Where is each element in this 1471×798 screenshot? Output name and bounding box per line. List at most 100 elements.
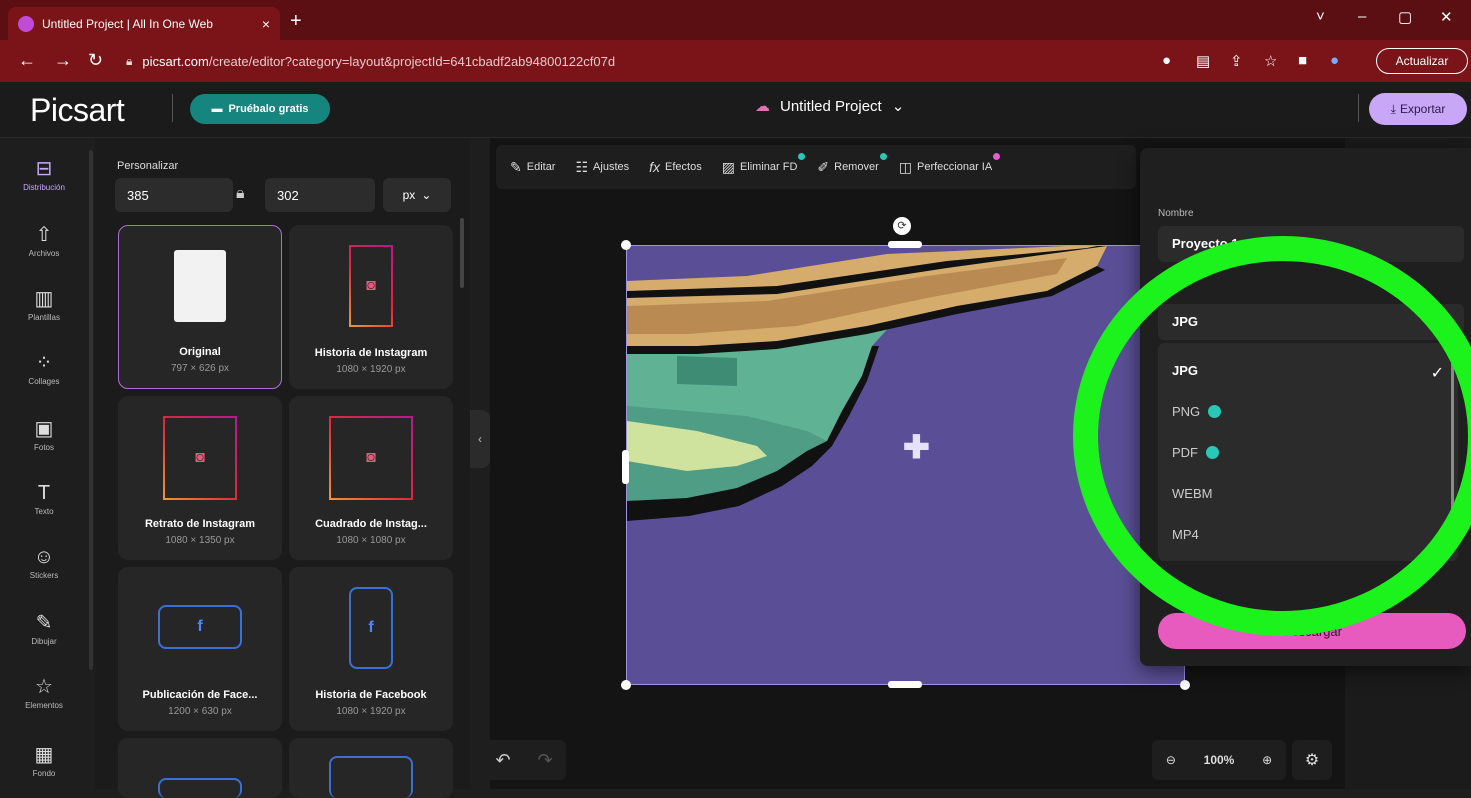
panel-scrollbar[interactable] [460,218,464,288]
translate-icon[interactable]: ▤ [1196,52,1210,70]
minimize-button[interactable]: – [1358,8,1366,25]
aspect-lock-icon[interactable]: 🔒︎ [236,185,245,203]
premium-badge-icon [798,152,806,160]
rail-item-stickers[interactable]: ☺ Stickers [0,546,88,580]
share-icon[interactable]: ⇪ [1230,52,1243,70]
card-size: 1080 × 1350 px [165,535,235,546]
collapse-panel-button[interactable]: ‹ [470,410,490,468]
crown-icon: ▬ [211,103,223,115]
templates-icon: ▥ [34,288,54,310]
update-button[interactable]: Actualizar [1376,48,1468,74]
layout-card-instagram-story[interactable]: ◙ Historia de Instagram 1080 × 1920 px [289,225,453,389]
toolbar-label: Editar [526,161,556,173]
project-title-dropdown[interactable]: ☁ Untitled Project ⌄ [755,97,904,116]
toolbar-perfeccionar-ia[interactable]: ◫ Perfeccionar IA [899,152,1001,176]
zoom-in-icon[interactable]: ⊕ [1262,753,1272,767]
rail-item-collages[interactable]: ⁘ Collages [0,350,88,386]
format-option-pdf[interactable]: PDF [1172,445,1219,460]
bookmark-star-icon[interactable]: ☆ [1264,52,1277,70]
redo-icon[interactable]: ↷ [537,750,552,771]
chevron-down-icon: ⌄ [421,188,432,202]
option-label: WEBM [1172,486,1213,501]
card-name: Cuadrado de Instag... [315,518,427,530]
toolbar-ajustes[interactable]: ☷ Ajustes [575,159,629,176]
project-name-input[interactable]: Proyecto 1 [1158,226,1464,262]
resize-handle-top[interactable] [888,241,922,248]
toolbar-eliminar-fd[interactable]: ▨ Eliminar FD [722,152,806,176]
format-option-jpg[interactable]: JPG [1172,363,1198,378]
layout-card-facebook-story[interactable]: f Historia de Facebook 1080 × 1920 px [289,567,453,731]
download-button[interactable]: Descargar [1158,613,1466,649]
rail-item-distribucion[interactable]: ⊟ Distribución [0,156,88,192]
height-input[interactable]: 302 [265,178,375,212]
resize-handle-bottom-left[interactable] [621,680,631,690]
layout-card-original[interactable]: Original 797 × 626 px [118,225,282,389]
back-arrow-icon[interactable]: ← [18,50,36,71]
rail-item-dibujar[interactable]: ✎ Dibujar [0,610,88,646]
option-label: JPG [1172,363,1199,378]
toolbar-efectos[interactable]: fx Efectos [649,159,702,175]
dropdown-scrollbar[interactable] [1451,353,1454,533]
layout-card-facebook-post[interactable]: f Publicación de Face... 1200 × 630 px [118,567,282,731]
add-content-plus-icon[interactable]: ✚ [903,428,930,466]
reload-icon[interactable]: ↻ [88,50,103,71]
chevron-up-icon: ⌃ [1439,313,1450,328]
card-name: Original [179,346,221,358]
rail-item-texto[interactable]: T Texto [0,482,88,516]
close-window-button[interactable]: ✕ [1440,8,1453,26]
browser-tab[interactable]: Untitled Project | All In One Web × [8,7,280,40]
facebook-icon: f [368,619,374,636]
rail-scrollbar[interactable] [89,150,93,670]
maximize-button[interactable]: ▢ [1398,8,1412,26]
canvas-settings-button[interactable]: ⚙ [1292,740,1332,780]
new-badge-icon [993,152,1001,160]
rail-item-plantillas[interactable]: ▥ Plantillas [0,286,88,322]
toolbar-editar[interactable]: ✎ Editar [510,159,555,176]
toolbar-label: Remover [834,161,879,173]
instagram-icon: ◙ [195,449,205,466]
stickers-icon: ☺ [33,546,55,568]
try-free-label: Pruébalo gratis [228,103,309,115]
rail-label: Fondo [32,769,56,778]
new-tab-button[interactable]: + [290,10,302,33]
side-panel-icon[interactable]: ■ [1298,52,1307,69]
header-divider-right [1358,94,1359,122]
resize-handle-bottom-right[interactable] [1180,680,1190,690]
edit-toolbar: ✎ Editar ☷ Ajustes fx Efectos ▨ Eliminar… [496,145,1136,189]
toolbar-remover[interactable]: ✐ Remover [817,152,887,176]
card-name: Publicación de Face... [142,689,258,701]
try-free-button[interactable]: ▬ Pruébalo gratis [190,94,330,124]
tab-search-icon[interactable]: ˅ [1316,8,1325,25]
width-input[interactable]: 385 [115,178,233,212]
export-button[interactable]: ⤓ Exportar [1369,93,1467,125]
picsart-logo[interactable]: Picsart [30,92,125,129]
zoom-out-icon[interactable]: ⊖ [1166,753,1176,767]
layout-card-more-1[interactable] [118,738,282,798]
rotate-handle-icon[interactable]: ⟳ [893,217,911,235]
tab-close-icon[interactable]: × [262,16,270,32]
rail-item-fondo[interactable]: ▦ Fondo [0,742,88,778]
url-field[interactable]: 🔒︎ picsart.com /create/editor?category=l… [126,47,1146,75]
format-option-png[interactable]: PNG [1172,404,1222,419]
format-option-webm[interactable]: WEBM [1172,486,1212,501]
profile-avatar-icon[interactable]: ● [1330,52,1339,69]
forward-arrow-icon[interactable]: → [54,50,72,71]
layout-card-more-2[interactable] [289,738,453,798]
unit-select[interactable]: px ⌄ [383,178,451,212]
format-dropdown-list: JPG ✓ PNG PDF WEBM MP4 [1158,343,1458,561]
format-select[interactable]: JPG ⌃ [1158,304,1464,340]
layout-card-instagram-portrait[interactable]: ◙ Retrato de Instagram 1080 × 1350 px [118,396,282,560]
rail-item-elementos[interactable]: ☆ Elementos [0,674,88,710]
gear-icon: ⚙ [1304,752,1320,769]
resize-handle-left[interactable] [622,450,629,484]
undo-icon[interactable]: ↶ [495,750,510,771]
format-option-mp4[interactable]: MP4 [1172,527,1199,542]
name-label: Nombre [1158,208,1194,219]
toolbar-label: Efectos [665,161,702,173]
rail-item-fotos[interactable]: ▣ Fotos [0,416,88,452]
resize-handle-bottom[interactable] [888,681,922,688]
rail-item-archivos[interactable]: ⇧ Archivos [0,222,88,258]
google-icon[interactable]: ● [1162,52,1171,69]
resize-handle-top-left[interactable] [621,240,631,250]
layout-card-instagram-square[interactable]: ◙ Cuadrado de Instag... 1080 × 1080 px [289,396,453,560]
